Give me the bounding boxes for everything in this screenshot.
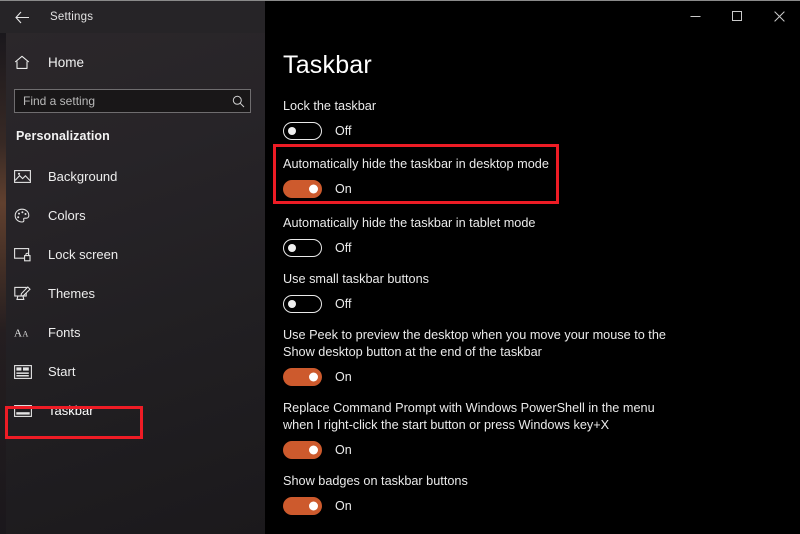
sidebar: Home Personalization (0, 33, 265, 534)
setting-lock-the-taskbar: Lock the taskbar Off (283, 98, 800, 140)
toggle-state-label: On (335, 182, 352, 196)
sidebar-item-label: Start (48, 364, 76, 379)
image-icon (14, 169, 40, 184)
maximize-icon (731, 10, 743, 22)
back-button[interactable] (0, 1, 44, 33)
sidebar-item-start[interactable]: Start (0, 352, 265, 391)
toggle-small-taskbar-buttons[interactable] (283, 295, 322, 313)
taskbar-icon (14, 404, 40, 417)
title-bar-left: Settings (0, 1, 265, 33)
sidebar-item-label: Themes (48, 286, 95, 301)
setting-label: Lock the taskbar (283, 99, 377, 113)
toggle-state-label: On (335, 499, 352, 513)
sidebar-item-colors[interactable]: Colors (0, 196, 265, 235)
search-container (0, 79, 265, 113)
lock-screen-icon (14, 247, 40, 262)
sidebar-item-taskbar[interactable]: Taskbar (0, 391, 265, 430)
sidebar-item-label: Lock screen (48, 247, 119, 262)
start-icon (14, 364, 40, 379)
setting-label: Use small taskbar buttons (283, 272, 429, 286)
search-icon[interactable] (226, 95, 250, 108)
setting-label: Use Peek to preview the desktop when you… (283, 328, 666, 359)
setting-label: Automatically hide the taskbar in tablet… (283, 216, 536, 230)
palette-icon (14, 208, 40, 224)
toggle-auto-hide-desktop-mode[interactable] (283, 180, 322, 198)
themes-icon (14, 285, 40, 302)
sidebar-item-label-home: Home (48, 54, 85, 70)
search-box[interactable] (14, 89, 251, 113)
setting-show-badges: Show badges on taskbar buttons On (283, 473, 800, 515)
toggle-knob (309, 372, 318, 382)
search-input[interactable] (15, 90, 226, 112)
close-button[interactable] (758, 1, 800, 31)
toggle-state-label: Off (335, 297, 352, 311)
setting-auto-hide-desktop-mode: Automatically hide the taskbar in deskto… (283, 156, 800, 198)
close-icon (773, 10, 785, 22)
app-title: Settings (50, 11, 94, 23)
setting-label: Show badges on taskbar buttons (283, 474, 468, 488)
window-controls (265, 1, 800, 33)
toggle-knob (309, 184, 318, 194)
sidebar-item-label: Taskbar (48, 403, 94, 418)
sidebar-item-themes[interactable]: Themes (0, 274, 265, 313)
maximize-button[interactable] (716, 1, 758, 31)
setting-auto-hide-tablet-mode: Automatically hide the taskbar in tablet… (283, 215, 800, 257)
sidebar-item-home[interactable]: Home (0, 45, 265, 79)
minimize-button[interactable] (674, 1, 716, 31)
toggle-state-label: On (335, 443, 352, 457)
toggle-knob (288, 300, 296, 308)
sidebar-item-label: Fonts (48, 325, 81, 340)
setting-replace-command-prompt: Replace Command Prompt with Windows Powe… (283, 400, 800, 459)
toggle-row: On (283, 180, 800, 198)
toggle-state-label: On (335, 370, 352, 384)
desktop-wallpaper-edge (0, 33, 6, 534)
title-bar: Settings (0, 1, 800, 33)
toggle-row: Off (283, 239, 800, 257)
minimize-icon (690, 11, 701, 22)
page-title: Taskbar (283, 51, 372, 79)
toggle-row: On (283, 497, 800, 515)
toggle-row: On (283, 441, 800, 459)
toggle-show-badges[interactable] (283, 497, 322, 515)
toggle-knob (309, 445, 318, 455)
toggle-row: Off (283, 122, 800, 140)
toggle-knob (288, 244, 296, 252)
toggle-replace-command-prompt[interactable] (283, 441, 322, 459)
sidebar-nav-list: Background Colors Lock screen Themes A A… (0, 157, 265, 430)
svg-text:A: A (14, 328, 22, 340)
toggle-auto-hide-tablet-mode[interactable] (283, 239, 322, 257)
sidebar-item-label: Background (48, 169, 118, 184)
home-icon (14, 55, 40, 70)
toggle-state-label: Off (335, 241, 352, 255)
toggle-row: Off (283, 295, 800, 313)
main-content: Taskbar Lock the taskbar Off Automatical… (265, 33, 800, 534)
setting-small-taskbar-buttons: Use small taskbar buttons Off (283, 271, 800, 313)
settings-window: Settings Home Find a setting Personaliza… (0, 0, 800, 534)
sidebar-section-title: Personalization (16, 129, 110, 143)
setting-use-peek: Use Peek to preview the desktop when you… (283, 327, 800, 386)
sidebar-item-fonts[interactable]: A A Fonts (0, 313, 265, 352)
setting-label: Replace Command Prompt with Windows Powe… (283, 401, 655, 432)
toggle-lock-the-taskbar[interactable] (283, 122, 322, 140)
toggle-knob (288, 127, 296, 135)
toggle-knob (309, 501, 318, 511)
toggle-use-peek[interactable] (283, 368, 322, 386)
sidebar-item-lock-screen[interactable]: Lock screen (0, 235, 265, 274)
toggle-state-label: Off (335, 124, 352, 138)
sidebar-item-label: Colors (48, 208, 86, 223)
toggle-row: On (283, 368, 800, 386)
sidebar-item-background[interactable]: Background (0, 157, 265, 196)
back-arrow-icon (14, 11, 30, 24)
svg-text:A: A (23, 330, 29, 339)
setting-label: Automatically hide the taskbar in deskto… (283, 157, 549, 171)
fonts-icon: A A (14, 325, 40, 340)
